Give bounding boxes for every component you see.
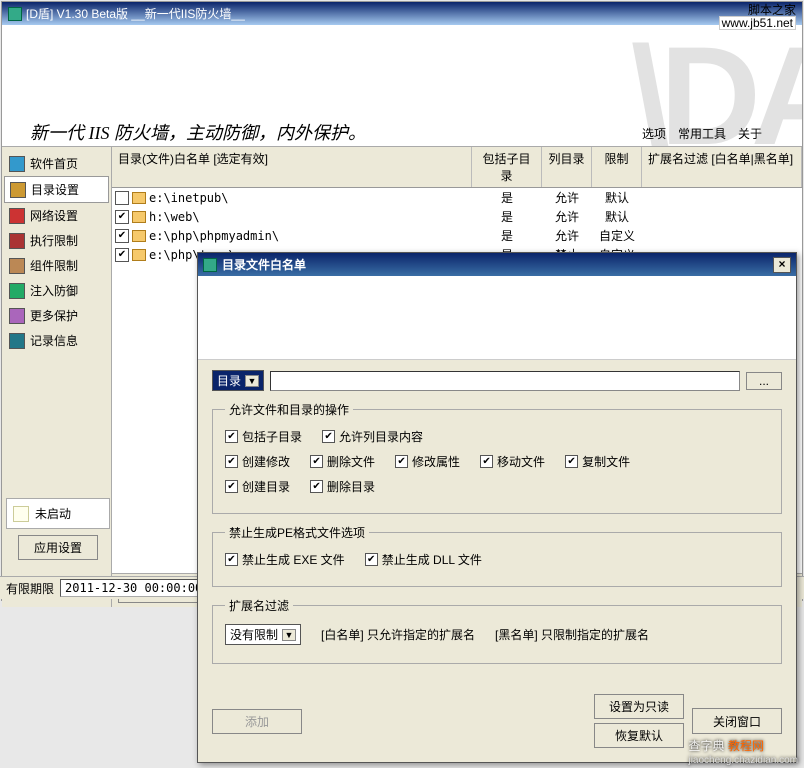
sidebar-icon — [9, 308, 25, 324]
folder-icon — [132, 211, 146, 223]
chk-del-file[interactable]: ✔删除文件 — [310, 453, 375, 470]
col-ext: 扩展名过滤 [白名单|黑名单] — [642, 147, 802, 187]
sidebar-item-label: 记录信息 — [30, 332, 78, 349]
expire-label: 有限期限 — [6, 580, 54, 597]
table-header: 目录(文件)白名单 [选定有效] 包括子目录 列目录 限制 扩展名过滤 [白名单… — [112, 147, 802, 188]
folder-icon — [132, 249, 146, 261]
banner-menu: 选项 常用工具 关于 — [642, 125, 762, 142]
chevron-down-icon: ▼ — [245, 375, 259, 387]
table-row[interactable]: ✔e:\php\phpmyadmin\是允许自定义 — [112, 226, 802, 245]
ext-filter-legend: 扩展名过滤 — [225, 597, 293, 614]
browse-button[interactable]: ... — [746, 372, 782, 390]
sidebar-item-2[interactable]: 网络设置 — [4, 203, 109, 228]
col-list: 列目录 — [542, 147, 592, 187]
sidebar-item-1[interactable]: 目录设置 — [4, 176, 109, 203]
sidebar-item-5[interactable]: 注入防御 — [4, 278, 109, 303]
chevron-down-icon: ▼ — [282, 629, 296, 641]
slogan: 新一代 IIS 防火墙，主动防御，内外保护。 — [30, 119, 366, 145]
type-select[interactable]: 目录▼ — [212, 370, 264, 391]
dialog-app-icon — [203, 258, 217, 272]
sidebar-item-7[interactable]: 记录信息 — [4, 328, 109, 353]
close-button[interactable]: 关闭窗口 — [692, 708, 782, 734]
sidebar-icon — [9, 156, 25, 172]
add-button[interactable]: 添加 — [212, 709, 302, 734]
row-checkbox[interactable]: ✔ — [115, 210, 129, 224]
sidebar-item-0[interactable]: 软件首页 — [4, 151, 109, 176]
col-limit: 限制 — [592, 147, 642, 187]
sidebar-item-label: 网络设置 — [30, 207, 78, 224]
folder-icon — [132, 230, 146, 242]
apply-button[interactable]: 应用设置 — [18, 535, 98, 560]
status-square-icon — [13, 506, 29, 522]
sidebar-icon — [9, 258, 25, 274]
sidebar-item-6[interactable]: 更多保护 — [4, 303, 109, 328]
expire-value: 2011-12-30 00:00:00 — [60, 579, 207, 597]
menu-options[interactable]: 选项 — [642, 125, 666, 142]
col-path: 目录(文件)白名单 [选定有效] — [112, 147, 472, 187]
allow-ops-legend: 允许文件和目录的操作 — [225, 401, 353, 418]
menu-tools[interactable]: 常用工具 — [678, 125, 726, 142]
row-checkbox[interactable] — [115, 191, 129, 205]
close-icon[interactable]: × — [773, 257, 791, 273]
sidebar-item-label: 更多保护 — [30, 307, 78, 324]
chk-copy-file[interactable]: ✔复制文件 — [565, 453, 630, 470]
sidebar-icon — [10, 182, 26, 198]
col-sub: 包括子目录 — [472, 147, 542, 187]
watermark-top: 脚本之家 www.jb51.net — [719, 4, 796, 30]
whitelist-dialog: 目录文件白名单 × 目录▼ ... 允许文件和目录的操作 ✔包括子目录 ✔允许列… — [197, 252, 797, 763]
menu-about[interactable]: 关于 — [738, 125, 762, 142]
sidebar-item-4[interactable]: 组件限制 — [4, 253, 109, 278]
sidebar-item-label: 目录设置 — [31, 181, 79, 198]
restore-button[interactable]: 恢复默认 — [594, 723, 684, 748]
chk-del-dir[interactable]: ✔删除目录 — [310, 478, 375, 495]
pe-block-group: 禁止生成PE格式文件选项 ✔禁止生成 EXE 文件 ✔禁止生成 DLL 文件 — [212, 524, 782, 587]
sidebar-item-label: 执行限制 — [30, 232, 78, 249]
readonly-button[interactable]: 设置为只读 — [594, 694, 684, 719]
status-text: 未启动 — [35, 505, 71, 522]
chk-include-sub[interactable]: ✔包括子目录 — [225, 428, 302, 445]
sidebar-icon — [9, 208, 25, 224]
ext-hint-black: [黑名单] 只限制指定的扩展名 — [495, 626, 649, 643]
sidebar-icon — [9, 333, 25, 349]
dialog-titlebar: 目录文件白名单 × — [198, 253, 796, 276]
path-input[interactable] — [270, 371, 740, 391]
sidebar-item-label: 注入防御 — [30, 282, 78, 299]
dialog-title: 目录文件白名单 — [222, 256, 773, 273]
pe-block-legend: 禁止生成PE格式文件选项 — [225, 524, 369, 541]
main-titlebar: [D盾] V1.30 Beta版 __新一代IIS防火墙__ — [2, 2, 802, 25]
ext-filter-select[interactable]: 没有限制▼ — [225, 624, 301, 645]
app-icon — [8, 7, 22, 21]
chk-create-edit[interactable]: ✔创建修改 — [225, 453, 290, 470]
dialog-list-area — [198, 276, 796, 360]
sidebar-icon — [9, 233, 25, 249]
row-checkbox[interactable]: ✔ — [115, 229, 129, 243]
watermark-bottom: 查字典 教程网 jiaocheng.chazidian.com — [688, 737, 798, 766]
sidebar-item-label: 组件限制 — [30, 257, 78, 274]
folder-icon — [132, 192, 146, 204]
status-box: 未启动 — [6, 498, 110, 529]
sidebar-item-label: 软件首页 — [30, 155, 78, 172]
chk-block-dll[interactable]: ✔禁止生成 DLL 文件 — [365, 551, 482, 568]
sidebar-item-3[interactable]: 执行限制 — [4, 228, 109, 253]
table-row[interactable]: ✔h:\web\是允许默认 — [112, 207, 802, 226]
row-checkbox[interactable]: ✔ — [115, 248, 129, 262]
chk-move-file[interactable]: ✔移动文件 — [480, 453, 545, 470]
app-title: [D盾] V1.30 Beta版 __新一代IIS防火墙__ — [26, 5, 796, 22]
chk-list-dir[interactable]: ✔允许列目录内容 — [322, 428, 423, 445]
allow-ops-group: 允许文件和目录的操作 ✔包括子目录 ✔允许列目录内容 ✔创建修改 ✔删除文件 ✔… — [212, 401, 782, 514]
chk-create-dir[interactable]: ✔创建目录 — [225, 478, 290, 495]
table-row[interactable]: e:\inetpub\是允许默认 — [112, 188, 802, 207]
ext-hint-white: [白名单] 只允许指定的扩展名 — [321, 626, 475, 643]
chk-mod-attr[interactable]: ✔修改属性 — [395, 453, 460, 470]
ext-filter-group: 扩展名过滤 没有限制▼ [白名单] 只允许指定的扩展名 [黑名单] 只限制指定的… — [212, 597, 782, 664]
sidebar-icon — [9, 283, 25, 299]
banner: \DA 新一代 IIS 防火墙，主动防御，内外保护。 选项 常用工具 关于 — [2, 25, 802, 147]
chk-block-exe[interactable]: ✔禁止生成 EXE 文件 — [225, 551, 345, 568]
